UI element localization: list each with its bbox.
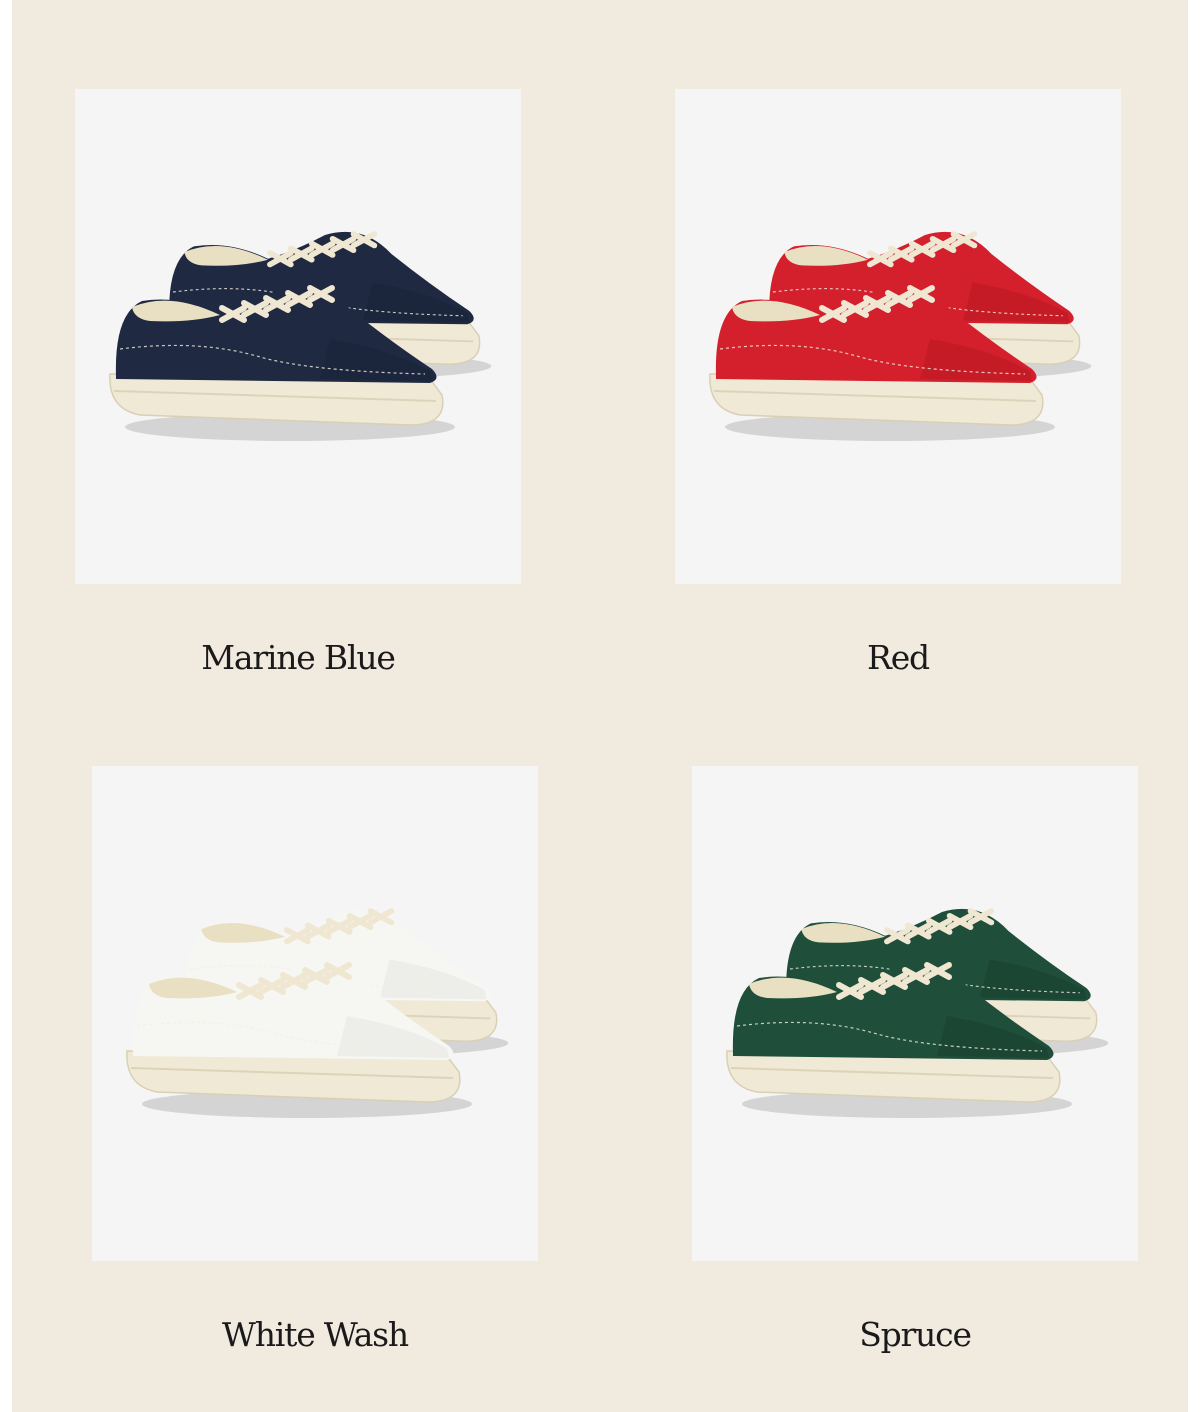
product-name-spruce[interactable]: Spruce [692,1315,1138,1355]
product-grid: Marine Blue Red White Wash Spruce [12,0,1188,1412]
product-image-red[interactable] [675,89,1121,584]
product-image-white-wash[interactable] [92,766,538,1261]
sneaker-marine-blue-icon [109,231,492,441]
sneaker-red-icon [709,231,1092,441]
product-name-red[interactable]: Red [675,638,1121,678]
product-name-marine-blue[interactable]: Marine Blue [75,638,521,678]
product-image-marine-blue[interactable] [75,89,521,584]
product-name-white-wash[interactable]: White Wash [92,1315,538,1355]
product-image-spruce[interactable] [692,766,1138,1261]
sneaker-spruce-icon [726,908,1109,1118]
sneaker-white-wash-icon [126,908,509,1118]
